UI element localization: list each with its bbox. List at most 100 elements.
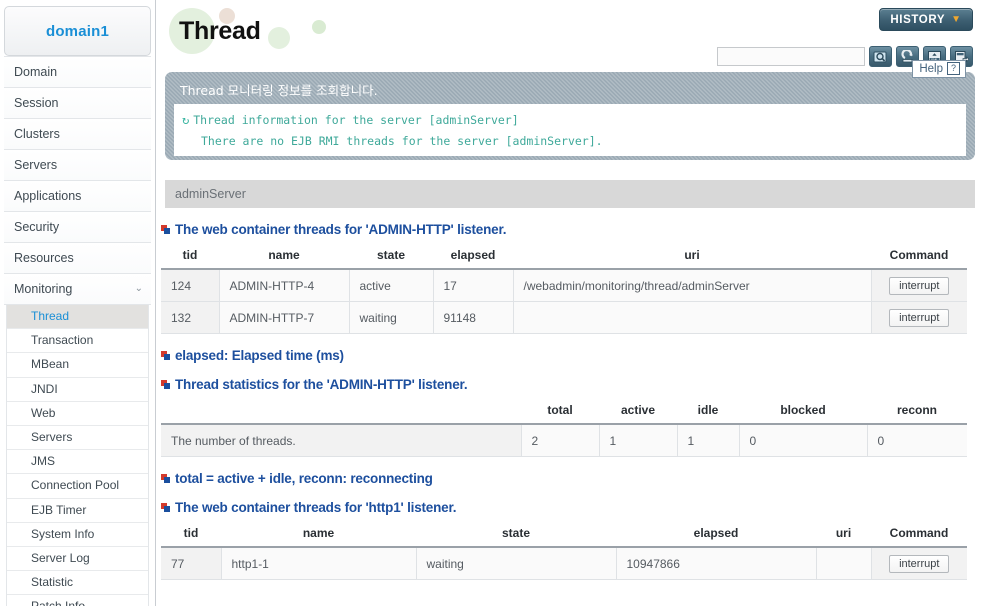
help-button-label: Help <box>919 62 943 75</box>
sidebar-subitem-jms[interactable]: JMS <box>7 450 148 475</box>
sidebar-subitem-label: Patch Info <box>31 599 85 606</box>
column-header-idle: idle <box>677 396 739 425</box>
column-header-reconn: reconn <box>867 396 967 425</box>
page-header: Thread HISTORY ▼ <box>157 0 983 72</box>
sidebar-item-resources[interactable]: Resources <box>4 243 151 274</box>
cell-uri: /webadmin/monitoring/thread/adminServer <box>513 269 872 302</box>
cell-command: interrupt <box>871 301 967 334</box>
sidebar-subitem-label: Servers <box>31 429 73 444</box>
sidebar-subitem-statistic[interactable]: Statistic <box>7 571 148 596</box>
sidebar-item-security[interactable]: Security <box>4 212 151 243</box>
bullet-square-icon <box>161 474 170 483</box>
sidebar-item-label: Session <box>14 96 59 110</box>
thread-statistics-table: total active idle blocked reconn The num… <box>161 396 967 457</box>
sidebar-item-session[interactable]: Session <box>4 88 151 119</box>
domain-label: domain1 <box>45 22 110 40</box>
bullet-square-icon <box>161 225 170 234</box>
message-box: ↻ Thread information for the server [admi… <box>174 104 966 156</box>
table-row: The number of threads. 2 1 1 0 0 <box>161 424 967 457</box>
sidebar-item-label: Applications <box>14 189 82 203</box>
sidebar-subitem-label: Connection Pool <box>31 478 120 493</box>
cell-state: waiting <box>416 547 617 580</box>
bullet-square-icon <box>161 380 170 389</box>
sidebar-submenu: Thread Transaction MBean JNDI Web Server… <box>6 305 149 606</box>
table-header-row: total active idle blocked reconn <box>161 396 967 425</box>
decorative-circle-green-icon <box>268 27 290 49</box>
sidebar-subitem-label: JNDI <box>31 381 58 396</box>
column-header-tid: tid <box>161 519 221 548</box>
page-title: Thread <box>179 17 261 45</box>
bullet-square-icon <box>161 503 170 512</box>
sidebar-subitem-thread[interactable]: Thread <box>7 305 148 330</box>
column-header-total: total <box>521 396 599 425</box>
cell-command: interrupt <box>871 547 967 580</box>
cell-uri <box>816 547 872 580</box>
sidebar-item-label: Servers <box>14 158 58 172</box>
message-line: ↻ Thread information for the server [admi… <box>182 110 958 131</box>
history-button[interactable]: HISTORY ▼ <box>879 8 973 31</box>
column-header-command: Command <box>871 241 967 270</box>
sidebar-item-label: Domain <box>14 65 58 79</box>
column-header-uri: uri <box>513 241 871 270</box>
search-icon[interactable] <box>869 46 892 67</box>
section-heading-text: The web container threads for 'http1' li… <box>175 500 457 515</box>
sidebar-subitem-label: Server Log <box>31 550 90 565</box>
sidebar-subitem-server-log[interactable]: Server Log <box>7 547 148 572</box>
sidebar-item-clusters[interactable]: Clusters <box>4 119 151 150</box>
cell-name: http1-1 <box>221 547 417 580</box>
table-header-row: tid name state elapsed uri Command <box>161 241 967 270</box>
sidebar-subitem-ejb-timer[interactable]: EJB Timer <box>7 499 148 523</box>
sidebar-subitem-label: Thread <box>31 309 70 323</box>
sidebar-subitem-transaction[interactable]: Transaction <box>7 329 148 354</box>
http1-threads-table: tid name state elapsed uri Command 77 ht… <box>161 519 967 580</box>
section-heading-text: The web container threads for 'ADMIN-HTT… <box>175 222 507 237</box>
sidebar-subitem-label: Transaction <box>31 333 94 348</box>
interrupt-button[interactable]: interrupt <box>889 554 950 573</box>
sidebar-subitem-servers[interactable]: Servers <box>7 426 148 451</box>
note-total-text: total = active + idle, reconn: reconnect… <box>175 471 433 486</box>
note-elapsed: elapsed: Elapsed time (ms) <box>161 348 983 363</box>
interrupt-button[interactable]: interrupt <box>889 308 950 327</box>
sidebar-subitem-jndi[interactable]: JNDI <box>7 378 148 402</box>
interrupt-button[interactable]: interrupt <box>889 276 950 295</box>
chevron-down-icon: ▼ <box>951 14 962 25</box>
search-input[interactable] <box>717 47 865 66</box>
sidebar-item-monitoring[interactable]: Monitoring ⌄ <box>4 274 151 305</box>
chevron-down-icon: ⌄ <box>134 283 143 294</box>
cell-idle: 1 <box>677 424 740 457</box>
cell-reconn: 0 <box>867 424 967 457</box>
section-heading-thread-statistics: Thread statistics for the 'ADMIN-HTTP' l… <box>161 377 983 392</box>
message-line: There are no EJB RMI threads for the ser… <box>201 134 603 148</box>
help-button[interactable]: Help ? <box>912 60 966 78</box>
cell-state: active <box>349 269 434 302</box>
cell-tid: 124 <box>161 269 220 302</box>
column-header-uri: uri <box>816 519 871 548</box>
table-row: 124 ADMIN-HTTP-4 active 17 /webadmin/mon… <box>161 269 967 302</box>
sidebar-item-servers[interactable]: Servers <box>4 150 151 181</box>
sidebar-subitem-system-info[interactable]: System Info <box>7 523 148 547</box>
sidebar-item-applications[interactable]: Applications <box>4 181 151 212</box>
domain-selector[interactable]: domain1 <box>4 6 151 56</box>
column-header-elapsed: elapsed <box>616 519 816 548</box>
sidebar-subitem-label: Web <box>31 405 56 420</box>
refresh-small-icon: ↻ <box>182 113 190 127</box>
column-header-name: name <box>221 519 416 548</box>
cell-command: interrupt <box>871 269 967 302</box>
sidebar-item-label: Resources <box>14 251 74 265</box>
section-heading-admin-http-threads: The web container threads for 'ADMIN-HTT… <box>161 222 983 237</box>
section-heading-text: Thread statistics for the 'ADMIN-HTTP' l… <box>175 377 468 392</box>
sidebar-subitem-connection-pool[interactable]: Connection Pool <box>7 474 148 499</box>
bullet-square-icon <box>161 351 170 360</box>
sidebar-subitem-mbean[interactable]: MBean <box>7 353 148 378</box>
sidebar-subitem-web[interactable]: Web <box>7 402 148 426</box>
history-button-label: HISTORY <box>890 13 946 26</box>
server-bar: adminServer <box>165 180 975 208</box>
sidebar-menu: Domain Session Clusters Servers Applicat… <box>4 56 151 305</box>
column-header-blocked: blocked <box>739 396 867 425</box>
cell-blocked: 0 <box>739 424 868 457</box>
table-header-row: tid name state elapsed uri Command <box>161 519 967 548</box>
sidebar-subitem-patch-info[interactable]: Patch Info <box>7 595 148 606</box>
sidebar-subitem-label: MBean <box>31 357 70 372</box>
sidebar-item-domain[interactable]: Domain <box>4 56 151 88</box>
column-header-name: name <box>219 241 349 270</box>
